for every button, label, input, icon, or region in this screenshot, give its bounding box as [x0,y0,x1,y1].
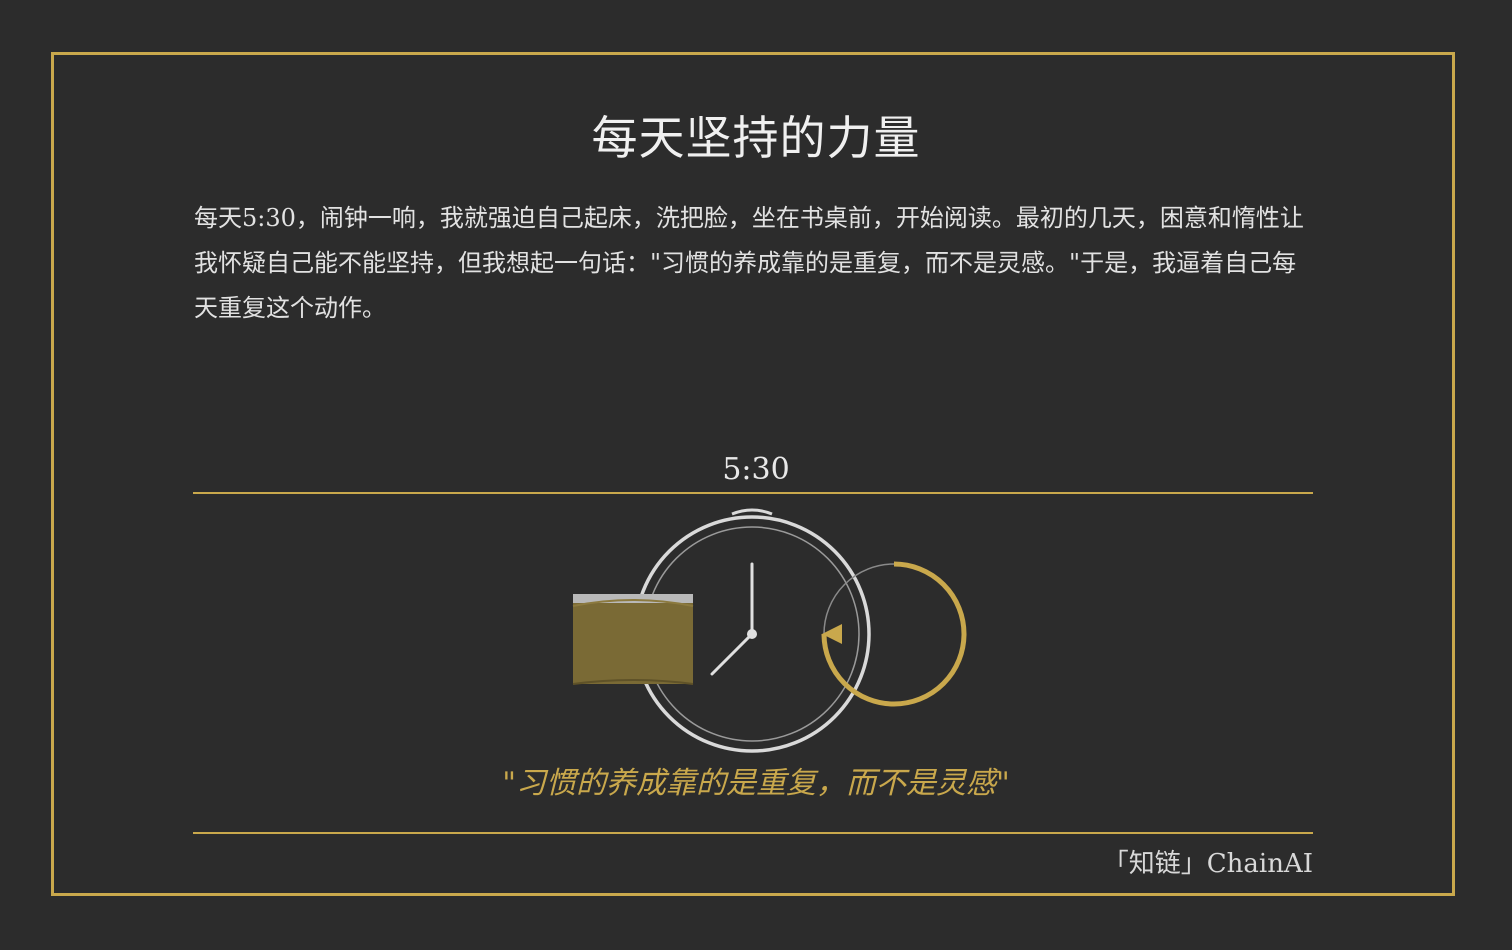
divider-bottom [193,832,1313,834]
story-paragraph: 每天5:30，闹钟一响，我就强迫自己起床，洗把脸，坐在书桌前，开始阅读。最初的几… [194,204,1304,322]
divider-top [193,492,1313,494]
time-label: 5:30 [722,452,790,487]
page-title: 每天坚持的力量 [591,111,921,165]
habit-illustration [572,508,967,753]
highlight-quote: "习惯的养成靠的是重复，而不是灵感" [502,766,1010,801]
brand-signature: 「知链」ChainAI [1102,849,1313,879]
repeat-cycle-icon [821,561,967,707]
book-icon [572,594,694,685]
